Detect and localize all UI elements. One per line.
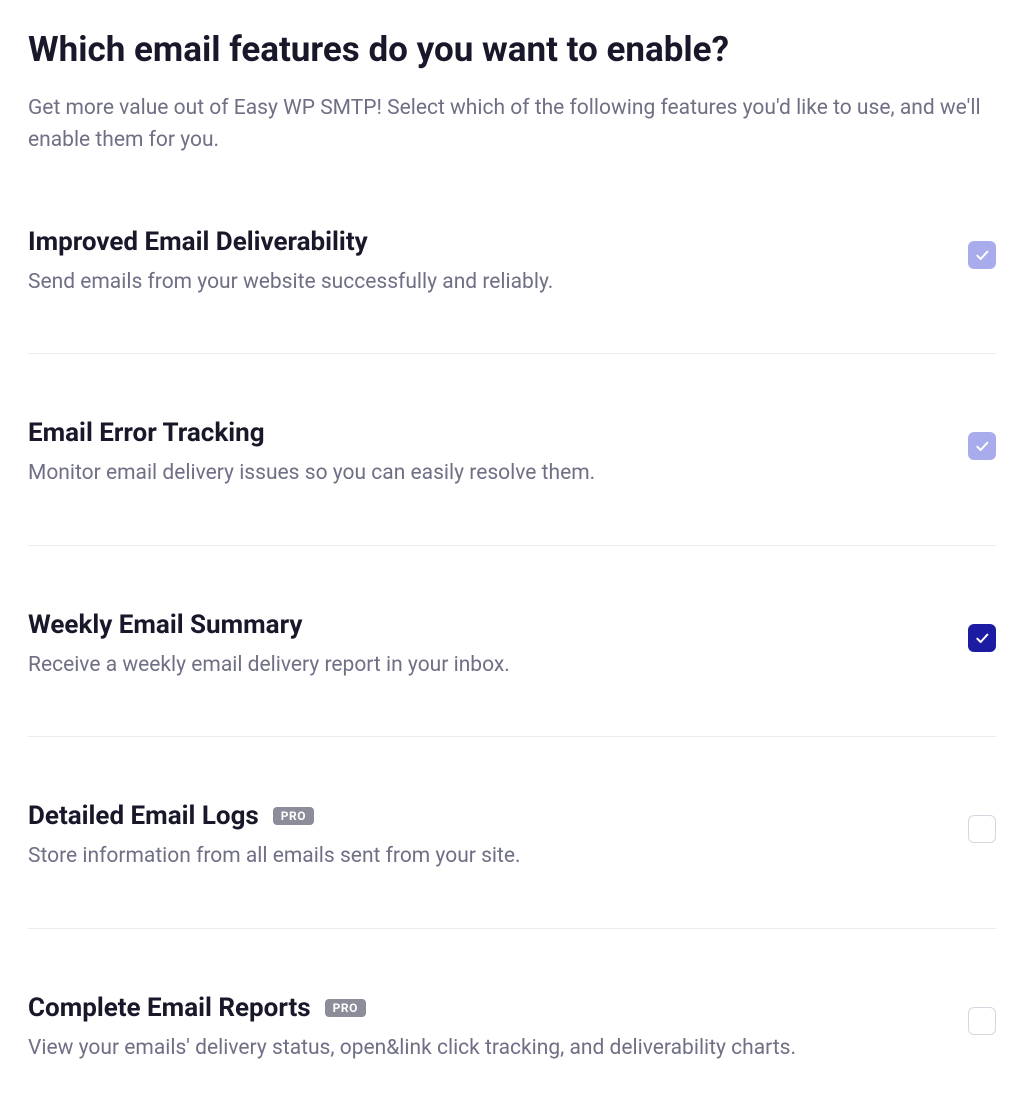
feature-row-complete-reports: Complete Email Reports PRO View your ema… (28, 993, 996, 1063)
feature-title: Email Error Tracking (28, 418, 265, 448)
features-list: Improved Email Deliverability Send email… (28, 227, 996, 1063)
checkbox-wrap (968, 801, 996, 843)
feature-title: Complete Email Reports (28, 993, 311, 1023)
feature-text: Detailed Email Logs PRO Store informatio… (28, 801, 968, 871)
feature-row-detailed-logs: Detailed Email Logs PRO Store informatio… (28, 801, 996, 928)
feature-description: Send emails from your website successful… (28, 267, 944, 297)
feature-text: Email Error Tracking Monitor email deliv… (28, 418, 968, 488)
pro-badge: PRO (325, 999, 366, 1017)
pro-badge: PRO (273, 807, 314, 825)
feature-description: Monitor email delivery issues so you can… (28, 458, 944, 488)
feature-checkbox-improved-deliverability[interactable] (968, 241, 996, 269)
feature-title: Improved Email Deliverability (28, 227, 368, 257)
page-subtitle: Get more value out of Easy WP SMTP! Sele… (28, 92, 988, 157)
feature-title: Weekly Email Summary (28, 610, 302, 640)
feature-text: Complete Email Reports PRO View your ema… (28, 993, 968, 1063)
feature-title-line: Email Error Tracking (28, 418, 944, 448)
check-icon (974, 247, 990, 263)
checkbox-wrap (968, 227, 996, 269)
checkbox-wrap (968, 418, 996, 460)
page-title: Which email features do you want to enab… (28, 28, 996, 72)
feature-row-improved-deliverability: Improved Email Deliverability Send email… (28, 227, 996, 354)
feature-description: Receive a weekly email delivery report i… (28, 650, 944, 680)
checkbox-wrap (968, 610, 996, 652)
feature-title: Detailed Email Logs (28, 801, 259, 831)
checkbox-wrap (968, 993, 996, 1035)
feature-checkbox-error-tracking[interactable] (968, 432, 996, 460)
feature-checkbox-detailed-logs[interactable] (968, 815, 996, 843)
feature-title-line: Detailed Email Logs PRO (28, 801, 944, 831)
feature-title-line: Weekly Email Summary (28, 610, 944, 640)
feature-row-error-tracking: Email Error Tracking Monitor email deliv… (28, 418, 996, 545)
check-icon (974, 438, 990, 454)
feature-checkbox-weekly-summary[interactable] (968, 624, 996, 652)
feature-row-weekly-summary: Weekly Email Summary Receive a weekly em… (28, 610, 996, 737)
feature-description: Store information from all emails sent f… (28, 841, 944, 871)
feature-text: Weekly Email Summary Receive a weekly em… (28, 610, 968, 680)
feature-title-line: Improved Email Deliverability (28, 227, 944, 257)
feature-checkbox-complete-reports[interactable] (968, 1007, 996, 1035)
feature-description: View your emails' delivery status, open&… (28, 1033, 944, 1063)
feature-text: Improved Email Deliverability Send email… (28, 227, 968, 297)
check-icon (974, 630, 990, 646)
feature-title-line: Complete Email Reports PRO (28, 993, 944, 1023)
